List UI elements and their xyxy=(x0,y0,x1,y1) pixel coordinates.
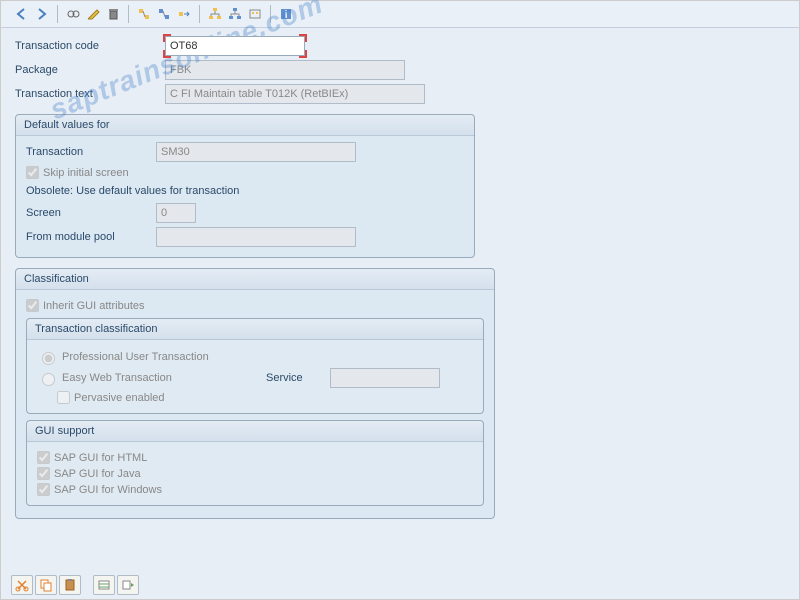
gui-windows-input xyxy=(37,483,50,496)
gui-html-checkbox: SAP GUI for HTML xyxy=(37,451,473,464)
toolbar-separator xyxy=(199,5,200,23)
classification-group: Classification Inherit GUI attributes Tr… xyxy=(15,268,495,519)
other-object-button[interactable] xyxy=(175,5,193,23)
gui-html-input xyxy=(37,451,50,464)
selection-marker-inner xyxy=(165,36,305,56)
professional-user-label: Professional User Transaction xyxy=(62,351,209,363)
gui-windows-checkbox: SAP GUI for Windows xyxy=(37,483,473,496)
transaction-text-input xyxy=(165,84,425,104)
from-module-pool-input xyxy=(156,227,356,247)
gui-support-title: GUI support xyxy=(27,421,483,442)
inherit-gui-checkbox: Inherit GUI attributes xyxy=(26,299,484,312)
inherit-gui-input xyxy=(26,299,39,312)
default-values-group: Default values for Transaction Skip init… xyxy=(15,114,475,258)
default-values-title: Default values for xyxy=(16,115,474,136)
screen-label: Screen xyxy=(26,207,156,219)
forward-button[interactable] xyxy=(33,5,51,23)
paste-button[interactable] xyxy=(59,575,81,595)
bottom-spacer xyxy=(83,575,91,595)
toolbar-separator xyxy=(128,5,129,23)
pervasive-checkbox: Pervasive enabled xyxy=(57,391,473,404)
copy-button[interactable] xyxy=(35,575,57,595)
sap-transaction-screen: saptrainsonline.com i Transaction code P… xyxy=(0,0,800,600)
package-label: Package xyxy=(15,64,165,76)
find-button[interactable] xyxy=(135,5,153,23)
values-button[interactable] xyxy=(117,575,139,595)
gui-html-label: SAP GUI for HTML xyxy=(54,452,147,464)
svg-text:i: i xyxy=(284,9,287,21)
default-transaction-input xyxy=(156,142,356,162)
transaction-label: Transaction xyxy=(26,146,156,158)
gui-support-group: GUI support SAP GUI for HTML SAP GUI for… xyxy=(26,420,484,506)
professional-user-input xyxy=(42,352,55,365)
easy-web-radio-row: Easy Web Transaction Service xyxy=(37,368,473,388)
transaction-text-label: Transaction text xyxy=(15,88,165,100)
assign-button[interactable] xyxy=(226,5,244,23)
transaction-code-input[interactable] xyxy=(165,36,305,56)
skip-initial-screen-checkbox: Skip initial screen xyxy=(26,166,464,179)
selection-marker xyxy=(165,36,305,56)
gui-windows-label: SAP GUI for Windows xyxy=(54,484,162,496)
professional-user-radio: Professional User Transaction xyxy=(37,349,473,365)
pervasive-label: Pervasive enabled xyxy=(74,392,165,404)
package-input xyxy=(165,60,405,80)
back-button[interactable] xyxy=(13,5,31,23)
variant-button[interactable] xyxy=(93,575,115,595)
toolbar-separator xyxy=(57,5,58,23)
transaction-code-label: Transaction code xyxy=(15,40,165,52)
application-toolbar: i xyxy=(1,1,799,28)
skip-initial-screen-input xyxy=(26,166,39,179)
delete-button[interactable] xyxy=(104,5,122,23)
obsolete-text: Obsolete: Use default values for transac… xyxy=(26,185,464,197)
transaction-classification-title: Transaction classification xyxy=(27,319,483,340)
from-module-pool-label: From module pool xyxy=(26,231,156,243)
gui-java-label: SAP GUI for Java xyxy=(54,468,141,480)
information-button[interactable]: i xyxy=(277,5,295,23)
pervasive-input xyxy=(57,391,70,404)
display-button[interactable] xyxy=(64,5,82,23)
hierarchy-button[interactable] xyxy=(206,5,224,23)
cut-button[interactable] xyxy=(11,575,33,595)
screen-input xyxy=(156,203,196,223)
easy-web-input xyxy=(42,373,55,386)
skip-initial-screen-label: Skip initial screen xyxy=(43,167,129,179)
service-label: Service xyxy=(266,372,326,384)
classification-title: Classification xyxy=(16,269,494,290)
main-content: Transaction code Package Transaction tex… xyxy=(1,28,799,537)
where-used-button[interactable] xyxy=(246,5,264,23)
toolbar-separator xyxy=(270,5,271,23)
transaction-classification-group: Transaction classification Professional … xyxy=(26,318,484,414)
service-input xyxy=(330,368,440,388)
edit-button[interactable] xyxy=(84,5,102,23)
find-next-button[interactable] xyxy=(155,5,173,23)
gui-java-checkbox: SAP GUI for Java xyxy=(37,467,473,480)
bottom-toolbar xyxy=(11,575,139,595)
gui-java-input xyxy=(37,467,50,480)
easy-web-label: Easy Web Transaction xyxy=(62,372,262,384)
inherit-gui-label: Inherit GUI attributes xyxy=(43,300,145,312)
